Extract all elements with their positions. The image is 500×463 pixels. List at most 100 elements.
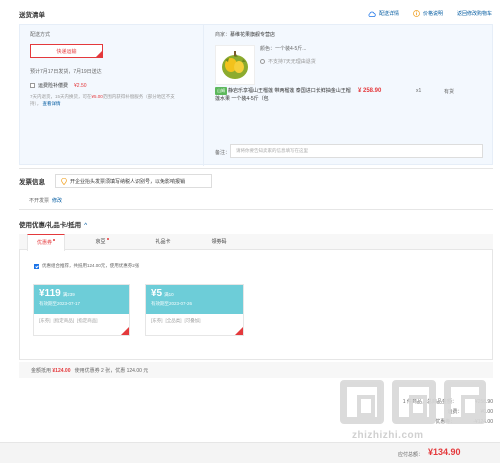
insurance-checkbox[interactable]	[30, 83, 35, 88]
insurance-note: 7天内退货，15天内换货，可在¥5.00范围内获得补偿服务（部分地区不支持）， …	[30, 93, 185, 107]
tab-dot-icon	[53, 239, 55, 241]
insurance-detail-link[interactable]: 查看详情	[43, 101, 61, 106]
invoice-notice: 开企业抬头发票须填写纳税人识别号，以免影响报销	[55, 174, 212, 188]
shipping-method-option[interactable]: 快递运输	[30, 44, 103, 58]
selected-corner-icon	[96, 51, 102, 57]
insurance-note-text-1: 7天内退货，15天内换货，可在	[30, 94, 92, 99]
summary-label: 金额抵用	[31, 368, 52, 374]
delivery-date-note: 预计7月17日发货，7月19日送达	[30, 69, 102, 75]
summary-amount: ¥124.00	[52, 368, 71, 374]
shipping-label: 配送方式	[30, 32, 51, 38]
cloud-icon	[368, 11, 376, 17]
invoice-title: 发票信息	[19, 179, 45, 186]
insurance-label: 运费险补偿费	[38, 83, 69, 89]
tab-coupon-code[interactable]: 领劵码	[200, 234, 238, 250]
product-attr-return: 不支持7天无理由退货	[260, 58, 316, 65]
tab-jingdou-label: 京豆	[95, 239, 106, 245]
coupon-title-text: 使用优惠/礼品卡/抵用	[19, 222, 82, 229]
order-block: 配送方式 快递运输 预计7月17日发货，7月19日送达 运费险补偿费 ¥2.50…	[19, 24, 493, 166]
selected-corner-icon	[121, 327, 129, 335]
back-to-cart-link[interactable]: 返回修改购物车	[457, 10, 492, 17]
watermark-glyph	[392, 380, 436, 424]
product-title[interactable]: 山姆 静岩乐享福山王榴莲 带两榴莲 泰国进口长鲜抽金山王榴莲水果 一个装4-5斤（…	[215, 87, 355, 103]
invoice-status-row: 不开发票 修改	[29, 197, 62, 204]
delivery-detail-label: 配送详情	[378, 11, 399, 17]
pay-bar: 应付总额： ¥134.90	[0, 442, 500, 463]
summary-detail: 使用优惠券 2 张，优惠 124.00 元	[74, 368, 149, 374]
tab-coupons[interactable]: 优惠券	[27, 234, 65, 251]
coupon-tag: [指定商品]	[53, 318, 75, 323]
selected-corner-icon	[235, 327, 243, 335]
price-explain-label: 价格说明	[422, 11, 443, 17]
tab-coupons-label: 优惠券	[36, 240, 52, 246]
shipping-section: 配送方式 快递运输 预计7月17日发货，7月19日送达 运费险补偿费 ¥2.50…	[30, 31, 190, 107]
coupon-condition: 满239	[62, 292, 75, 297]
remark-input[interactable]: 请将你要告知卖家的信息填写在这里	[230, 144, 483, 158]
coupon-tags: [东券] [指定商品] [指定商品]	[34, 314, 129, 328]
product-image[interactable]	[215, 45, 255, 85]
coupon-tags: [东券] [全品类] [可叠加]	[146, 314, 243, 328]
coupon-amount: ¥119	[39, 288, 61, 299]
pay-label: 应付总额：	[398, 452, 424, 458]
section-title: 送货清单	[19, 12, 45, 19]
shipping-method-text: 快递运输	[56, 48, 77, 55]
product-price: ¥ 258.90	[358, 88, 382, 94]
tab-jingdou[interactable]: 京豆	[83, 234, 121, 250]
coupon-tag: [可叠加]	[184, 318, 201, 323]
coupon-amount: ¥5	[151, 288, 163, 299]
coupon-card[interactable]: ¥119 满239 有效期至2023-07-17 [东券] [指定商品] [指定商…	[33, 284, 130, 336]
product-stock: 有货	[444, 89, 455, 95]
chevron-up-icon: ^	[84, 222, 88, 229]
seller-label: 商家：	[215, 32, 231, 38]
invoice-edit-link[interactable]: 修改	[52, 198, 62, 204]
coupon-tag: [东券]	[151, 318, 163, 323]
remark-label: 备注：	[215, 150, 231, 156]
coupon-tabs: 优惠券 京豆 礼品卡 领劵码	[19, 234, 493, 251]
coupon-tag: [全品类]	[165, 318, 182, 323]
coupon-expiry: 有效期至2023-07-26	[151, 301, 193, 306]
coupon-face: ¥119 满239 有效期至2023-07-17	[34, 285, 129, 314]
durian-image	[222, 51, 248, 79]
insurance-price: ¥2.50	[74, 82, 87, 89]
coupon-face: ¥5 满10 有效期至2023-07-26	[146, 285, 243, 314]
product-attr-color: 颜色：一个装4-5斤...	[260, 46, 307, 52]
price-explain-link[interactable]: 价格说明	[413, 10, 443, 17]
watermark: zhizhizhi.com	[340, 380, 490, 450]
delivery-detail-link[interactable]: 配送详情	[368, 10, 399, 17]
insurance-row: 运费险补偿费 ¥2.50	[30, 82, 190, 89]
watermark-glyph	[340, 380, 384, 424]
divider	[203, 25, 204, 166]
header-links: 配送详情 价格说明 返回修改购物车	[368, 10, 492, 17]
seller-name[interactable]: 慕维花果旗舰专营店	[230, 32, 275, 38]
tab-dot-icon	[106, 238, 109, 240]
seller-row: 商家：慕维花果旗舰专营店	[215, 31, 275, 38]
invoice-notice-text: 开企业抬头发票须填写纳税人识别号，以免影响报销	[70, 178, 186, 185]
coupon-tag: [东券]	[39, 318, 51, 323]
product-quantity: x1	[416, 88, 422, 94]
tab-gift-card-label: 礼品卡	[155, 239, 171, 245]
product-tag: 山姆	[215, 87, 227, 95]
section-divider	[19, 168, 493, 169]
location-pin-icon	[61, 177, 67, 185]
no-return-icon	[260, 59, 265, 64]
info-icon	[413, 10, 420, 17]
coupon-section-title[interactable]: 使用优惠/礼品卡/抵用 ^	[19, 219, 87, 229]
coupon-summary: 金额抵用 ¥124.00 使用优惠券 2 张，优惠 124.00 元	[19, 362, 493, 378]
recommend-checkbox[interactable]	[34, 263, 39, 269]
watermark-url: zhizhizhi.com	[352, 430, 424, 441]
coupon-recommend-option[interactable]: 优惠组合推荐，共抵用124.00元，使用优惠券2张	[34, 263, 139, 269]
coupon-card[interactable]: ¥5 满10 有效期至2023-07-26 [东券] [全品类] [可叠加]	[145, 284, 244, 336]
coupon-tag: [指定商品]	[77, 318, 98, 323]
coupon-expiry: 有效期至2023-07-17	[39, 301, 81, 306]
product-return-text: 不支持7天无理由退货	[268, 59, 316, 65]
coupon-panel: 优惠组合推荐，共抵用124.00元，使用优惠券2张 ¥119 满239 有效期至2…	[19, 250, 493, 360]
product-title-text: 静岩乐享福山王榴莲 带两榴莲 泰国进口长鲜抽金山王榴莲水果 一个装4-5斤（包	[215, 88, 351, 102]
tab-gift-card[interactable]: 礼品卡	[144, 234, 182, 250]
section-divider	[19, 209, 493, 210]
delivery-list-header: 送货清单 配送详情 价格说明 返回修改购物车	[19, 9, 497, 21]
invoice-status: 不开发票	[29, 198, 50, 204]
recommend-text: 优惠组合推荐，共抵用124.00元，使用优惠券2张	[42, 263, 140, 268]
watermark-glyph	[444, 380, 486, 424]
tab-coupon-code-label: 领劵码	[211, 239, 227, 245]
pay-amount: ¥134.90	[428, 447, 461, 457]
